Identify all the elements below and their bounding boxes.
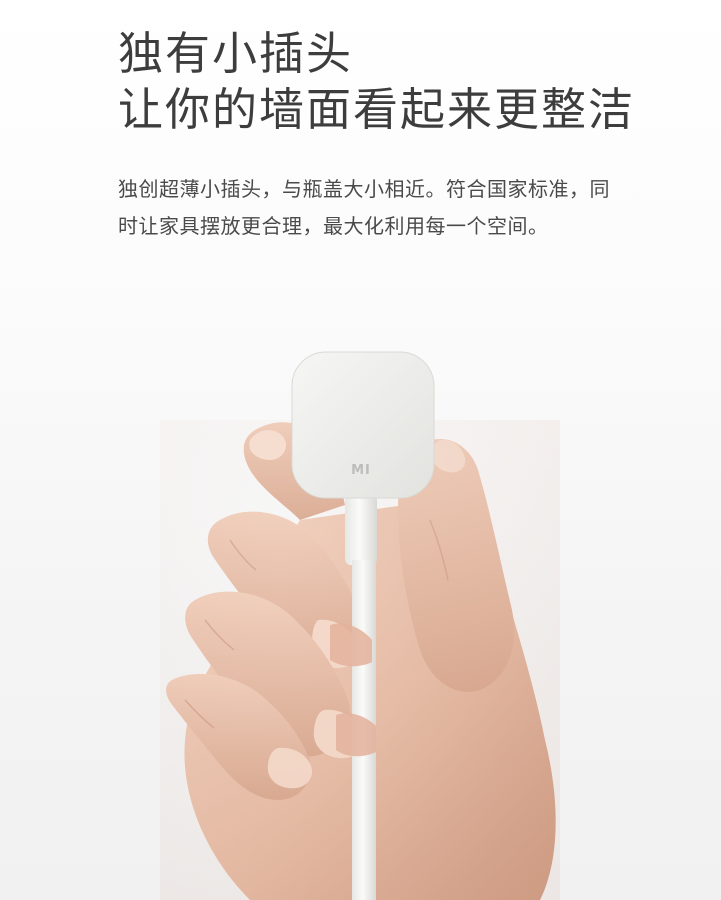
hand-holding-plug-photo: MI [160, 351, 560, 900]
feature-description: 独创超薄小插头，与瓶盖大小相近。符合国家标准，同时让家具摆放更合理，最大化利用每… [118, 177, 610, 238]
headline-line-2: 让你的墙面看起来更整洁 [118, 83, 636, 136]
feature-headline: 独有小插头 让你的墙面看起来更整洁 [118, 26, 635, 138]
mini-plug: MI [291, 351, 435, 499]
mi-logo: MI [351, 463, 371, 478]
headline-line-1: 独有小插头 [118, 27, 354, 80]
product-feature-panel: 独有小插头 让你的墙面看起来更整洁 独创超薄小插头，与瓶盖大小相近。符合国家标准… [0, 0, 721, 900]
